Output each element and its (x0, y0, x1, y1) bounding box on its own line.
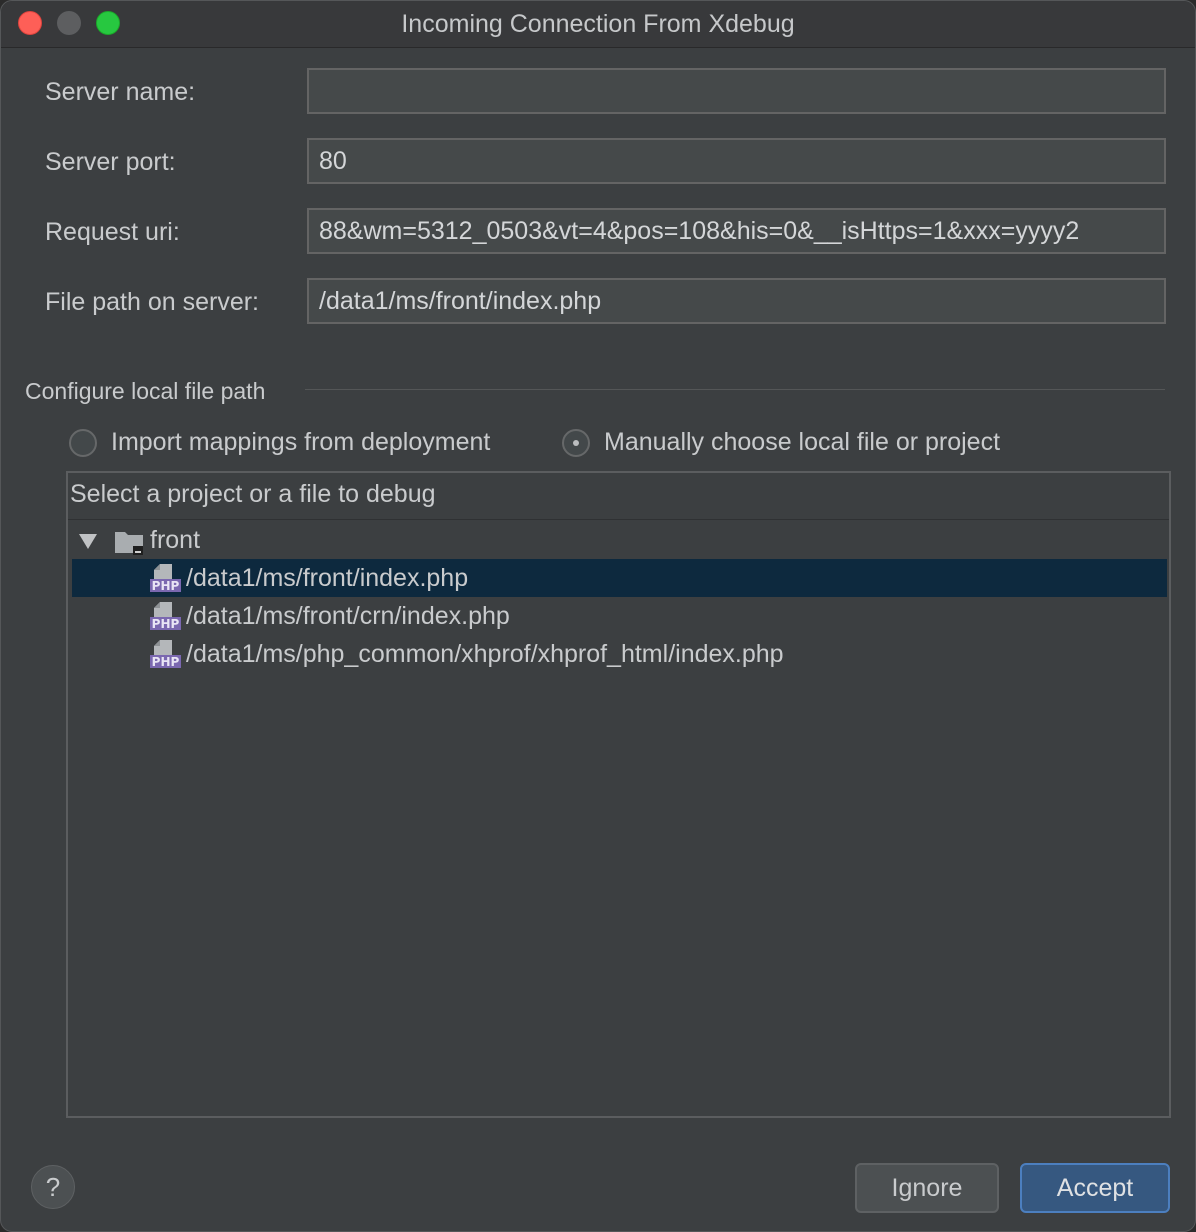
svg-text:PHP: PHP (152, 579, 180, 593)
server-name-input[interactable] (307, 68, 1166, 114)
tree-item-label: /data1/ms/php_common/xhprof/xhprof_html/… (186, 640, 784, 668)
php-file-icon: PHP (150, 564, 181, 593)
server-port-input[interactable]: 80 (307, 138, 1166, 184)
folder-icon (115, 532, 143, 555)
tree-item[interactable]: PHP /data1/ms/front/index.php (72, 559, 1167, 597)
project-file-tree[interactable]: Select a project or a file to debug fron… (66, 471, 1171, 1118)
chevron-down-icon[interactable] (79, 534, 97, 549)
tree-item[interactable]: PHP /data1/ms/front/crn/index.php (72, 597, 1167, 635)
title-bar: Incoming Connection From Xdebug (1, 1, 1195, 48)
server-name-label: Server name: (45, 78, 196, 106)
file-path-input[interactable]: /data1/ms/front/index.php (307, 278, 1166, 324)
import-mappings-label[interactable]: Import mappings from deployment (111, 427, 490, 457)
import-mappings-radio[interactable] (69, 429, 97, 457)
help-button[interactable]: ? (31, 1165, 75, 1209)
tree-header: Select a project or a file to debug (68, 473, 1169, 520)
svg-text:PHP: PHP (152, 655, 180, 669)
php-file-icon: PHP (150, 640, 181, 669)
tree-item-label: /data1/ms/front/index.php (186, 564, 469, 592)
xdebug-dialog: Incoming Connection From Xdebug Server n… (0, 0, 1196, 1232)
file-path-label: File path on server: (45, 288, 259, 316)
svg-text:PHP: PHP (152, 617, 180, 631)
window-title: Incoming Connection From Xdebug (401, 10, 795, 38)
tree-root-label: front (150, 526, 201, 554)
ignore-button[interactable]: Ignore (855, 1163, 999, 1213)
manual-choose-radio[interactable] (562, 429, 590, 457)
tree-header-label: Select a project or a file to debug (70, 480, 436, 508)
request-uri-label: Request uri: (45, 218, 180, 246)
tree-root-front[interactable]: front (72, 521, 1167, 559)
accept-button[interactable]: Accept (1020, 1163, 1170, 1213)
server-port-label: Server port: (45, 148, 176, 176)
php-file-icon: PHP (150, 602, 181, 631)
request-uri-input[interactable]: 88&wm=5312_0503&vt=4&pos=108&his=0&__isH… (307, 208, 1166, 254)
manual-choose-label[interactable]: Manually choose local file or project (604, 427, 1000, 457)
tree-item-label: /data1/ms/front/crn/index.php (186, 602, 510, 630)
configure-section-title: Configure local file path (25, 378, 266, 404)
tree-item[interactable]: PHP /data1/ms/php_common/xhprof/xhprof_h… (72, 635, 1167, 673)
section-divider (305, 389, 1165, 390)
